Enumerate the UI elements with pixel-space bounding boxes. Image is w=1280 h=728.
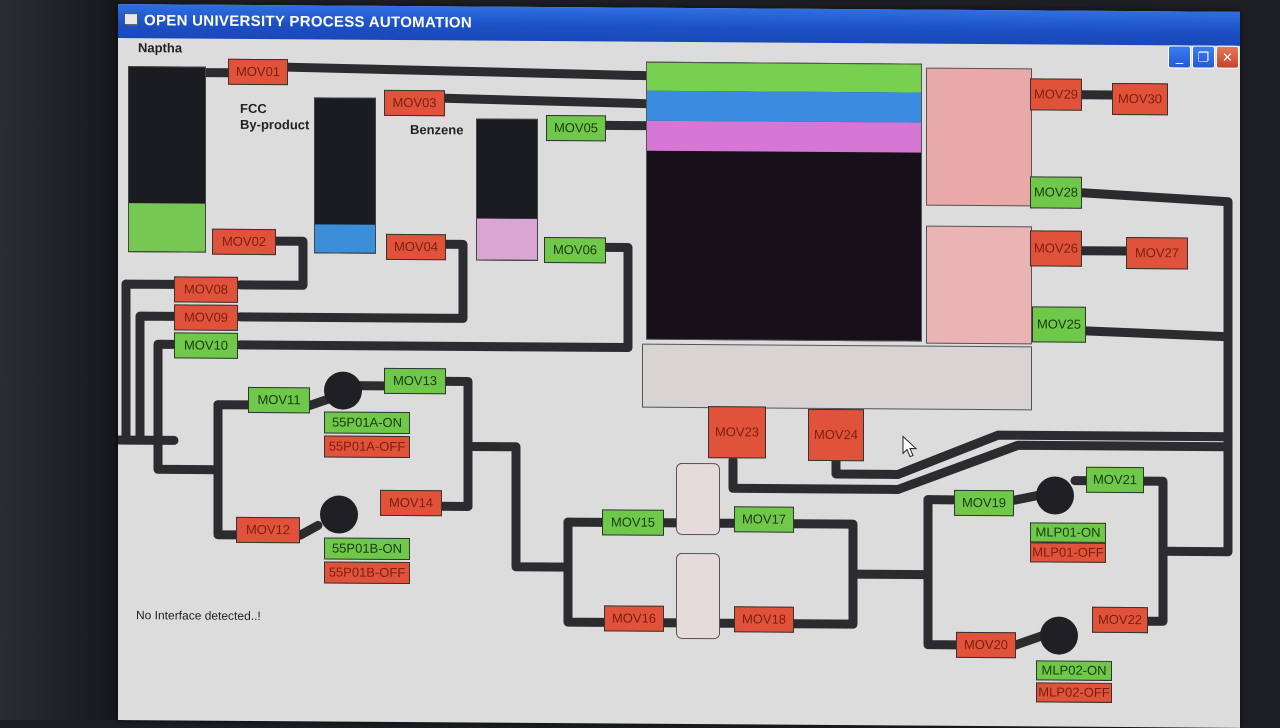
valve-mov11[interactable]: MOV11 (248, 386, 310, 414)
filter-vessel-1 (676, 462, 720, 536)
valve-mov06[interactable]: MOV06 (544, 236, 606, 264)
mouse-cursor-icon (902, 435, 918, 458)
valve-mov03[interactable]: MOV03 (384, 89, 445, 117)
monitor-bezel (0, 0, 120, 720)
valve-mov09[interactable]: MOV09 (174, 304, 238, 331)
valve-mov30[interactable]: MOV30 (1112, 82, 1168, 116)
fcc-byproduct-level (315, 224, 375, 253)
valve-mov05[interactable]: MOV05 (546, 114, 606, 142)
status-message: No Interface detected..! (136, 608, 261, 623)
pump-55p01a-off-button[interactable]: 55P01A-OFF (324, 435, 410, 459)
valve-mov04[interactable]: MOV04 (386, 233, 446, 261)
naptha-tank (128, 66, 206, 253)
valve-mov23[interactable]: MOV23 (708, 406, 766, 459)
valve-mov12[interactable]: MOV12 (236, 516, 300, 544)
pump-55p01b[interactable] (320, 495, 358, 534)
pump-mlp01-on-button[interactable]: MLP01-ON (1030, 522, 1106, 543)
benzene-tank (476, 118, 538, 261)
fcc-label: FCC (240, 100, 267, 117)
valve-mov21[interactable]: MOV21 (1086, 466, 1144, 494)
valve-mov26[interactable]: MOV26 (1030, 230, 1082, 267)
valve-mov22[interactable]: MOV22 (1092, 606, 1148, 634)
pump-mlp02[interactable] (1040, 616, 1078, 655)
filter-vessel-2 (676, 552, 720, 640)
mixing-tank (646, 61, 922, 342)
valve-mov10[interactable]: MOV10 (174, 332, 238, 359)
valve-mov20[interactable]: MOV20 (956, 631, 1016, 659)
valve-mov01[interactable]: MOV01 (228, 58, 288, 86)
valve-mov27[interactable]: MOV27 (1126, 237, 1188, 270)
valve-mov28[interactable]: MOV28 (1030, 176, 1082, 209)
valve-mov19[interactable]: MOV19 (954, 489, 1014, 517)
pump-mlp02-off-button[interactable]: MLP02-OFF (1036, 682, 1112, 703)
pump-55p01b-off-button[interactable]: 55P01B-OFF (324, 561, 410, 585)
mixer-benzene-layer (647, 120, 921, 153)
valve-mov25[interactable]: MOV25 (1032, 306, 1086, 343)
byproduct-label: By-product (240, 116, 310, 133)
benzene-label: Benzene (410, 122, 464, 138)
valve-mov13[interactable]: MOV13 (384, 367, 446, 395)
valve-mov29[interactable]: MOV29 (1030, 78, 1082, 111)
pump-55p01b-on-button[interactable]: 55P01B-ON (324, 537, 410, 561)
naptha-level (129, 203, 205, 252)
valve-mov15[interactable]: MOV15 (602, 509, 664, 536)
product-tank-2 (926, 225, 1032, 345)
process-canvas: Naptha FCC By-product Benzene MOV01 MOV0… (118, 4, 1240, 728)
valve-mov24[interactable]: MOV24 (808, 408, 864, 462)
pump-mlp02-on-button[interactable]: MLP02-ON (1036, 660, 1112, 681)
valve-mov17[interactable]: MOV17 (734, 506, 794, 533)
valve-mov02[interactable]: MOV02 (212, 228, 276, 256)
valve-mov14[interactable]: MOV14 (380, 489, 442, 517)
fcc-byproduct-tank (314, 97, 376, 254)
mixer-fcc-layer (647, 90, 921, 123)
valve-mov18[interactable]: MOV18 (734, 606, 794, 633)
naptha-label: Naptha (138, 40, 183, 56)
valve-mov08[interactable]: MOV08 (174, 276, 238, 303)
pump-mlp01[interactable] (1036, 476, 1074, 515)
pump-55p01a-on-button[interactable]: 55P01A-ON (324, 411, 410, 435)
pump-55p01a[interactable] (324, 371, 362, 410)
app-window: OPEN UNIVERSITY PROCESS AUTOMATION _ ❐ ✕ (118, 4, 1240, 728)
pump-mlp01-off-button[interactable]: MLP01-OFF (1030, 542, 1106, 563)
benzene-level (477, 218, 537, 260)
valve-mov16[interactable]: MOV16 (604, 605, 664, 632)
mixer-naptha-layer (647, 62, 921, 93)
product-tank-1 (926, 67, 1032, 207)
reactor-vessel (642, 343, 1032, 411)
